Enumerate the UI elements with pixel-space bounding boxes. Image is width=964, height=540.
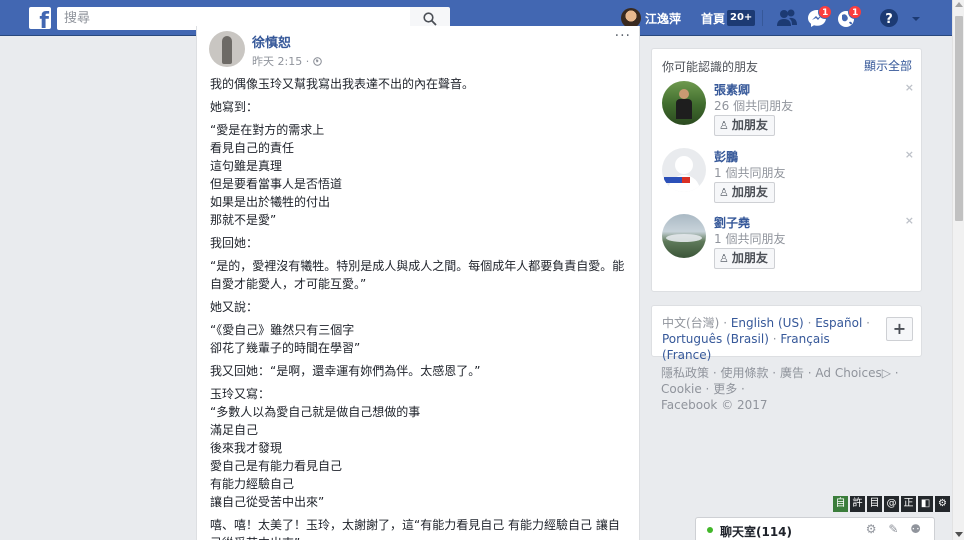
mutual-friends-text[interactable]: 1 個共同朋友: [714, 164, 785, 181]
user-avatar[interactable]: [621, 8, 641, 28]
friend-suggestion: 張素卿 26 個共同朋友 ♙ 加朋友 ×: [662, 81, 914, 143]
footer-links: 隱私政策 · 使用條款 · 廣告 · Ad Choices▷ · Cookie …: [661, 366, 899, 412]
add-friend-button[interactable]: ♙ 加朋友: [714, 182, 775, 203]
terms-link[interactable]: 使用條款: [720, 366, 768, 380]
notifications-badge: 1: [848, 5, 863, 19]
card-title: 你可能認識的朋友: [662, 60, 759, 74]
post-paragraph: 我回她：: [210, 236, 259, 250]
toolbar-settings-button[interactable]: ⚙: [935, 496, 950, 512]
post-paragraph: “愛是在對方的需求上 看見自己的責任 這句雖是真理 但是要看當事人是否悟道 如果…: [210, 123, 343, 227]
mutual-friends-text[interactable]: 26 個共同朋友: [714, 97, 793, 114]
post-paragraph: 我的偶像玉玲又幫我寫出我表達不出的內在聲音。: [210, 77, 475, 91]
add-friend-label: 加朋友: [731, 118, 768, 132]
post-timestamp[interactable]: 昨天 2:15 ·: [252, 53, 322, 69]
friend-requests-button[interactable]: [776, 8, 798, 28]
help-icon: ?: [880, 9, 898, 27]
post-time-text: 昨天 2:15 ·: [252, 55, 313, 68]
facebook-logo[interactable]: f: [29, 7, 51, 29]
caret-down-icon: [912, 17, 920, 21]
advertising-link[interactable]: 廣告: [780, 366, 804, 380]
post-paragraph: 玉玲又寫： “多數人以為愛自己就是做自己想做的事 滿足自己 後來我才發現 愛自己…: [210, 387, 421, 509]
cookies-link[interactable]: Cookie: [661, 382, 702, 396]
dismiss-suggestion-button[interactable]: ×: [905, 81, 914, 94]
chat-label: 聊天室(114): [720, 525, 793, 539]
post-content: 我的偶像玉玲又幫我寫出我表達不出的內在聲音。 她寫到： “愛是在對方的需求上 看…: [210, 75, 628, 540]
search-icon: [423, 12, 437, 26]
copyright-text: Facebook © 2017: [661, 398, 768, 412]
help-button[interactable]: ?: [879, 8, 901, 28]
friend-suggestion: 彭鵬 1 個共同朋友 ♙ 加朋友 ×: [662, 148, 914, 210]
separator: ·: [803, 316, 816, 330]
scrollbar-thumb[interactable]: [955, 16, 963, 221]
add-friend-label: 加朋友: [731, 185, 768, 199]
author-avatar[interactable]: [209, 31, 245, 67]
language-link-spanish[interactable]: Español: [815, 316, 862, 330]
add-friend-icon: ♙: [719, 252, 729, 265]
friend-avatar[interactable]: [662, 214, 706, 258]
home-count-badge: 20+: [727, 10, 756, 26]
language-link-portuguese[interactable]: Português (Brasil): [662, 332, 769, 346]
chat-options-icons[interactable]: ⚙ ✎ ⚉: [866, 522, 925, 536]
feed-post: 徐慎恕 昨天 2:15 · ··· 我的偶像玉玲又幫我寫出我表達不出的內在聲音。…: [196, 26, 640, 540]
more-link[interactable]: 更多: [713, 382, 737, 396]
privacy-link[interactable]: 隱私政策: [661, 366, 709, 380]
account-menu-button[interactable]: [909, 8, 931, 28]
post-paragraph: “《愛自己》雖然只有三個字 卻花了幾輩子的時間在學習”: [210, 323, 361, 355]
mutual-friends-text[interactable]: 1 個共同朋友: [714, 230, 785, 247]
separator: ·: [768, 332, 781, 346]
chat-sidebar-bar[interactable]: 聊天室(114) ⚙ ✎ ⚉: [695, 517, 935, 540]
friend-name-link[interactable]: 劉子堯: [714, 214, 750, 231]
add-friend-button[interactable]: ♙ 加朋友: [714, 248, 775, 269]
toolbar-button-6[interactable]: ◧: [918, 496, 933, 512]
ad-choices-icon: ▷: [881, 366, 891, 380]
post-paragraph: 嘻、嘻！太美了！玉玲，太謝謝了，這“有能力看見自己 有能力經驗自己 讓自己從受苦…: [210, 518, 620, 540]
more-languages-button[interactable]: +: [886, 317, 913, 341]
mini-toolbar: 自 許 目 @ 正 ◧ ⚙: [833, 496, 950, 512]
separator: ·: [862, 316, 870, 330]
see-all-link[interactable]: 顯示全部: [864, 57, 912, 74]
facebook-logo-letter: f: [39, 9, 49, 30]
friends-icon: [777, 9, 797, 26]
public-globe-icon: [312, 57, 322, 66]
post-paragraph: 她寫到：: [210, 100, 259, 114]
language-list: 中文(台灣) · English (US) · Español · Portug…: [662, 315, 872, 363]
scroll-up-arrow-icon[interactable]: [955, 2, 963, 7]
people-you-may-know-card: 你可能認識的朋友 顯示全部 張素卿 26 個共同朋友 ♙ 加朋友 × 彭鵬 1 個…: [651, 48, 922, 292]
post-paragraph: 我又回她：“是啊，還幸運有妳們為伴。太感恩了。”: [210, 364, 481, 378]
toolbar-button-3[interactable]: 目: [867, 496, 882, 512]
toolbar-button-1[interactable]: 自: [833, 496, 848, 512]
add-friend-icon: ♙: [719, 186, 729, 199]
toolbar-button-4[interactable]: @: [884, 496, 899, 512]
scroll-down-arrow-icon[interactable]: [955, 532, 963, 537]
page-scrollbar[interactable]: [952, 0, 964, 540]
messages-badge: 1: [818, 5, 833, 19]
language-selector-card: 中文(台灣) · English (US) · Español · Portug…: [651, 305, 922, 362]
dismiss-suggestion-button[interactable]: ×: [905, 148, 914, 161]
online-status-dot: [707, 527, 713, 533]
toolbar-button-5[interactable]: 正: [901, 496, 916, 512]
post-paragraph: 她又說：: [210, 300, 259, 314]
add-friend-button[interactable]: ♙ 加朋友: [714, 115, 775, 136]
svg-text:?: ?: [885, 12, 893, 27]
home-link[interactable]: 首頁: [701, 10, 725, 27]
friend-avatar[interactable]: [662, 148, 706, 192]
nav-divider: [762, 10, 763, 26]
post-options-button[interactable]: ···: [615, 28, 631, 44]
current-language: 中文(台灣): [662, 316, 720, 330]
author-name-link[interactable]: 徐慎恕: [252, 32, 291, 51]
friend-name-link[interactable]: 彭鵬: [714, 148, 738, 165]
friend-avatar[interactable]: [662, 81, 706, 125]
post-paragraph: “是的，愛裡沒有犧牲。特別是成人與成人之間。每個成年人都要負責自愛。能自愛才能愛…: [210, 259, 625, 291]
friend-suggestion: 劉子堯 1 個共同朋友 ♙ 加朋友 ×: [662, 214, 914, 276]
ad-choices-link[interactable]: Ad Choices: [815, 366, 881, 380]
separator: ·: [719, 316, 731, 330]
toolbar-button-2[interactable]: 許: [850, 496, 865, 512]
add-friend-icon: ♙: [719, 119, 729, 132]
language-link-english[interactable]: English (US): [731, 316, 804, 330]
user-name-link[interactable]: 江逸萍: [645, 10, 681, 27]
dismiss-suggestion-button[interactable]: ×: [905, 214, 914, 227]
add-friend-label: 加朋友: [731, 251, 768, 265]
friend-name-link[interactable]: 張素卿: [714, 81, 750, 98]
